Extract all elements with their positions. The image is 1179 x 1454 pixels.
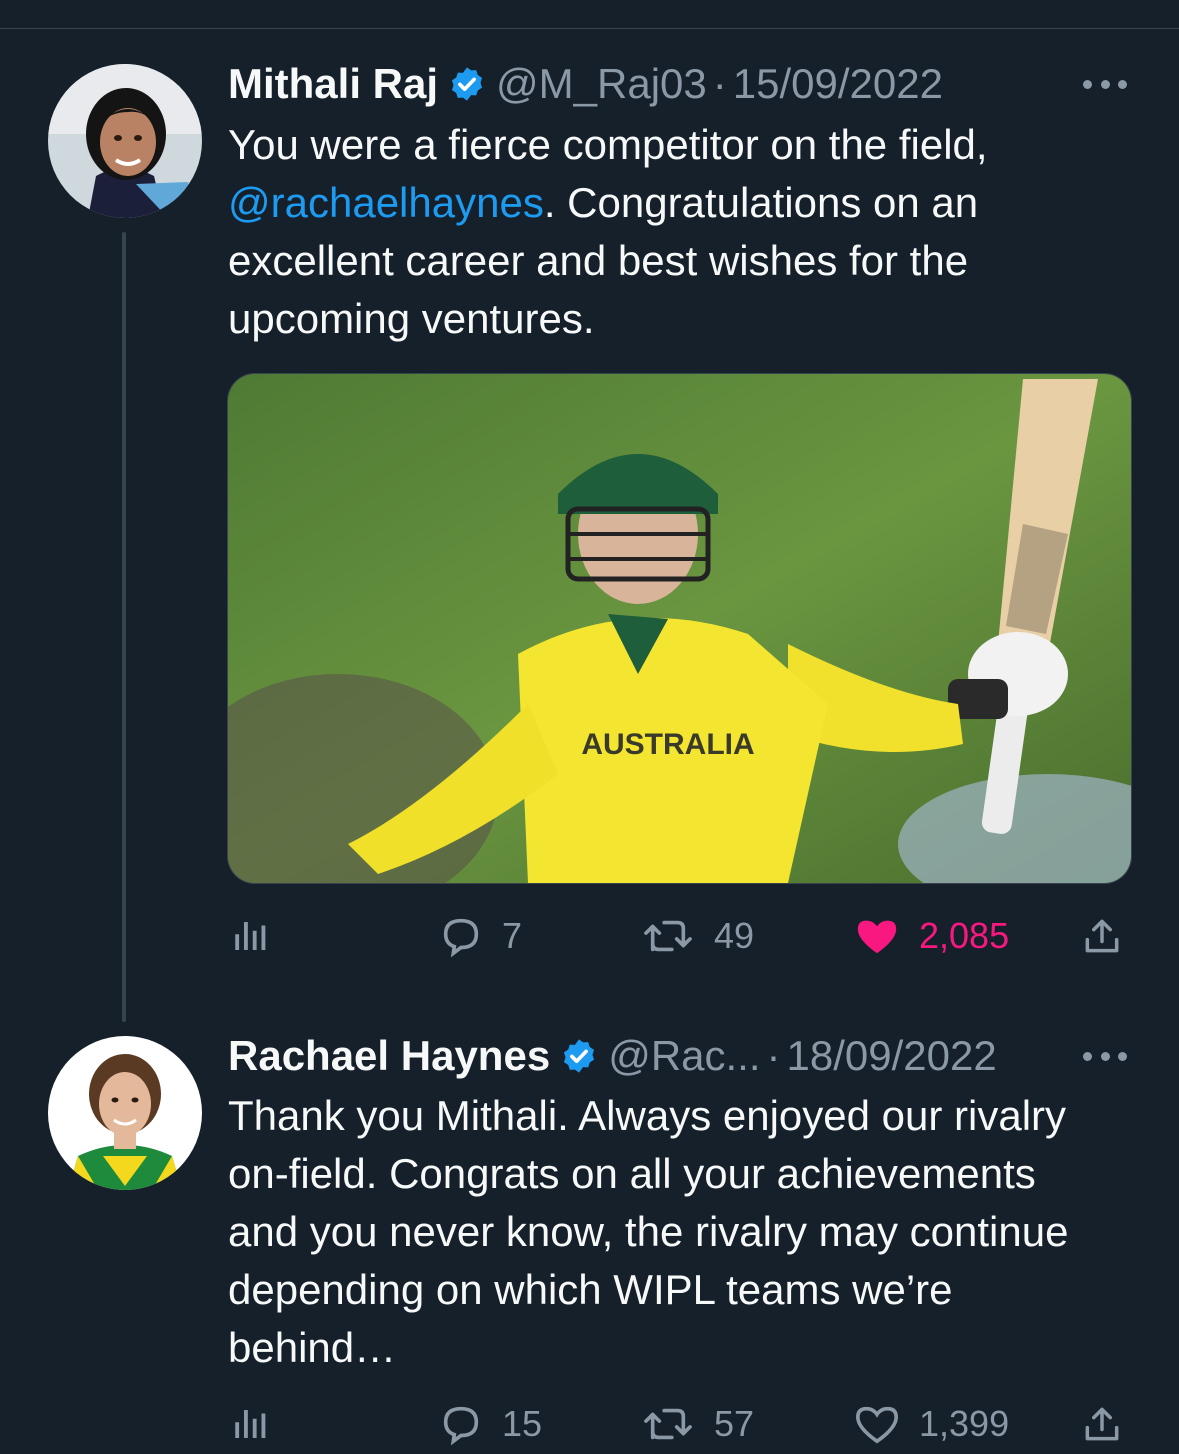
share-icon[interactable] <box>1080 1394 1124 1454</box>
retweet-icon <box>640 1401 696 1447</box>
tweet-date[interactable]: 18/09/2022 <box>787 1032 997 1080</box>
retweet-count: 49 <box>714 915 755 956</box>
retweet-button[interactable]: 49 <box>640 906 754 966</box>
more-icon[interactable] <box>1083 74 1127 94</box>
avatar-rachael-haynes[interactable] <box>48 1036 202 1190</box>
tweet-header: Rachael Haynes @Rac... · 18/09/2022 <box>228 1028 997 1084</box>
jersey-text: AUSTRALIA <box>581 728 754 761</box>
separator-dot: · <box>766 1032 781 1079</box>
reply-button[interactable]: 7 <box>438 906 522 966</box>
analytics-icon[interactable] <box>230 906 272 966</box>
heart-icon <box>853 1401 901 1447</box>
tweet-image[interactable]: AUSTRALIA <box>227 373 1132 884</box>
top-divider <box>0 28 1179 29</box>
tweet-text-part1: You were a fierce competitor on the fiel… <box>228 121 988 168</box>
author-handle[interactable]: @M_Raj03 <box>496 60 707 108</box>
reply-count: 7 <box>502 915 523 956</box>
tweet-actions: 7 49 2,085 <box>228 906 1128 966</box>
retweet-button[interactable]: 57 <box>640 1394 754 1454</box>
avatar-mithali-raj[interactable] <box>48 64 202 218</box>
tweet-date[interactable]: 15/09/2022 <box>733 60 943 108</box>
retweet-icon <box>640 913 696 959</box>
tweet-actions: 15 57 1,399 <box>228 1394 1128 1454</box>
author-name[interactable]: Rachael Haynes <box>228 1032 550 1080</box>
reply-icon <box>438 913 484 959</box>
like-button[interactable]: 2,085 <box>853 906 1009 966</box>
analytics-icon[interactable] <box>230 1394 272 1454</box>
more-icon[interactable] <box>1083 1046 1127 1066</box>
share-icon[interactable] <box>1080 906 1124 966</box>
like-count: 1,399 <box>919 1403 1010 1444</box>
tweet-text: You were a fierce competitor on the fiel… <box>228 116 1108 348</box>
reply-icon <box>438 1401 484 1447</box>
verified-badge-icon <box>448 65 486 103</box>
reply-button[interactable]: 15 <box>438 1394 542 1454</box>
reply-count: 15 <box>502 1403 543 1444</box>
like-button[interactable]: 1,399 <box>853 1394 1009 1454</box>
verified-badge-icon <box>560 1037 598 1075</box>
heart-icon <box>853 913 901 959</box>
tweet-text: Thank you Mithali. Always enjoyed our ri… <box>228 1092 1069 1371</box>
like-count: 2,085 <box>919 915 1010 956</box>
author-name[interactable]: Mithali Raj <box>228 60 438 108</box>
retweet-count: 57 <box>714 1403 755 1444</box>
author-handle[interactable]: @Rac... <box>608 1032 760 1080</box>
thread-connector <box>122 232 126 1022</box>
tweet-header: Mithali Raj @M_Raj03 · 15/09/2022 <box>228 56 943 112</box>
mention-link[interactable]: @rachaelhaynes <box>228 179 544 226</box>
separator-dot: · <box>712 60 727 107</box>
